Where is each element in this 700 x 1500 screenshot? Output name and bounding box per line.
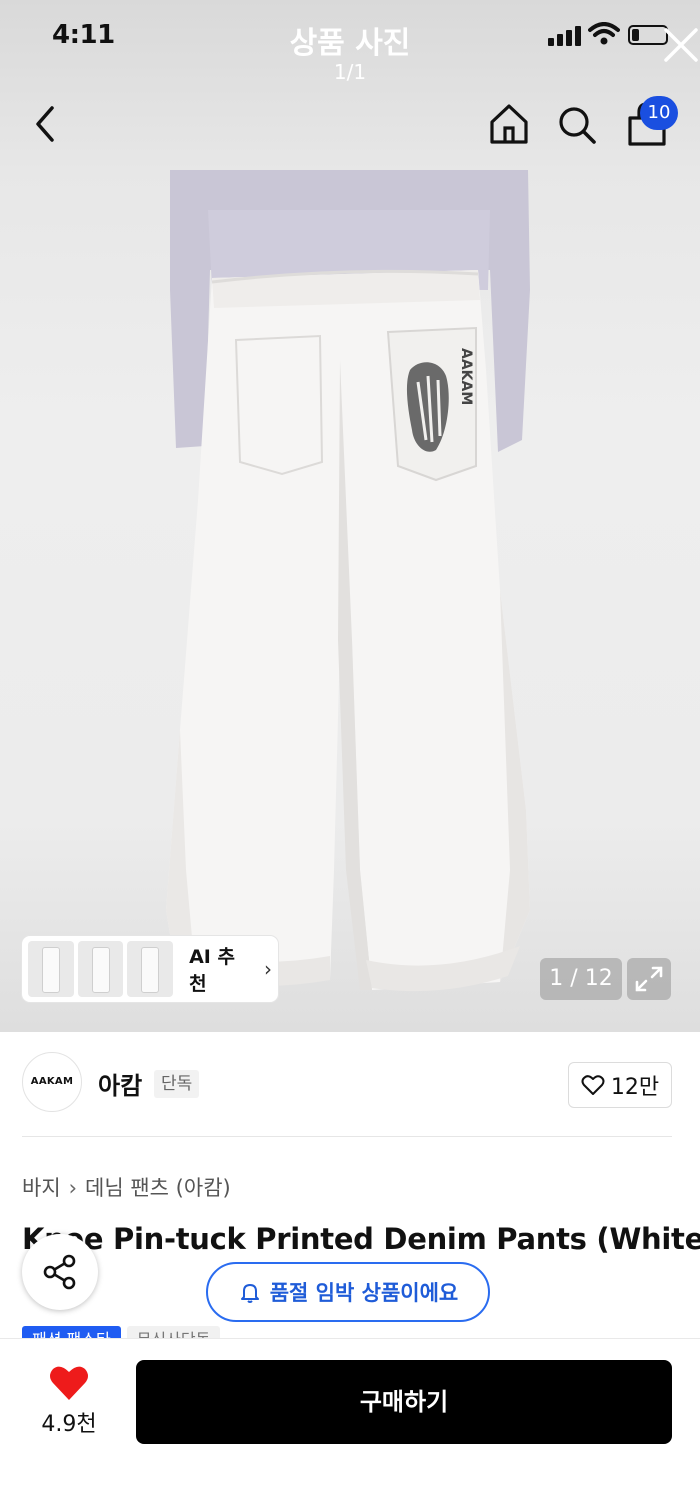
breadcrumb-item[interactable]: 바지	[22, 1176, 61, 1200]
brand-like-button[interactable]: 12만	[568, 1062, 672, 1108]
product-image-viewer[interactable]: AAKAM 4:11 상품 사진 1/1 10 AI 추천 › 1 / 12	[0, 0, 700, 1032]
breadcrumb: 바지 › 데님 팬츠 (아캄)	[22, 1172, 231, 1202]
image-counter: 1 / 12	[540, 958, 622, 1000]
close-icon[interactable]	[662, 26, 700, 64]
back-icon[interactable]	[30, 104, 60, 144]
search-icon[interactable]	[556, 104, 598, 146]
brand-like-count: 12만	[610, 1075, 660, 1100]
brand-logo[interactable]: AAKAM	[22, 1052, 82, 1112]
ai-recommend-button[interactable]: AI 추천 ›	[22, 936, 278, 1002]
signal-icon	[548, 26, 581, 46]
buy-button[interactable]: 구매하기	[136, 1360, 672, 1444]
bell-icon	[240, 1284, 259, 1303]
svg-text:AAKAM: AAKAM	[458, 348, 474, 405]
ai-thumbnail	[77, 941, 124, 997]
chevron-right-icon: ›	[68, 1176, 78, 1200]
heart-outline-icon	[581, 1075, 605, 1095]
viewer-page-count: 1/1	[333, 60, 367, 84]
wish-count: 4.9천	[41, 1412, 97, 1437]
exclusive-tag: 단독	[154, 1070, 200, 1098]
soldout-alert-pill[interactable]: 품절 임박 상품이에요	[206, 1262, 490, 1322]
ai-thumbnail	[127, 941, 174, 997]
heart-filled-icon[interactable]	[48, 1364, 90, 1402]
expand-icon[interactable]	[627, 958, 671, 1000]
home-icon[interactable]	[488, 102, 530, 146]
ai-thumbnail	[28, 941, 74, 997]
breadcrumb-item[interactable]: 데님 팬츠 (아캄)	[85, 1176, 231, 1200]
product-title: Knee Pin-tuck Printed Denim Pants (White…	[22, 1222, 700, 1256]
chevron-right-icon: ›	[264, 957, 272, 981]
share-icon	[43, 1254, 76, 1290]
share-button[interactable]	[22, 1234, 98, 1310]
ai-recommend-label: AI 추천	[189, 946, 235, 995]
divider	[22, 1136, 672, 1137]
wifi-icon	[588, 22, 620, 45]
brand-name[interactable]: 아캄	[98, 1066, 142, 1101]
cart-count-badge: 10	[640, 96, 678, 130]
soldout-text: 품절 임박 상품이에요	[269, 1281, 459, 1305]
product-photo[interactable]: AAKAM	[0, 170, 700, 1032]
